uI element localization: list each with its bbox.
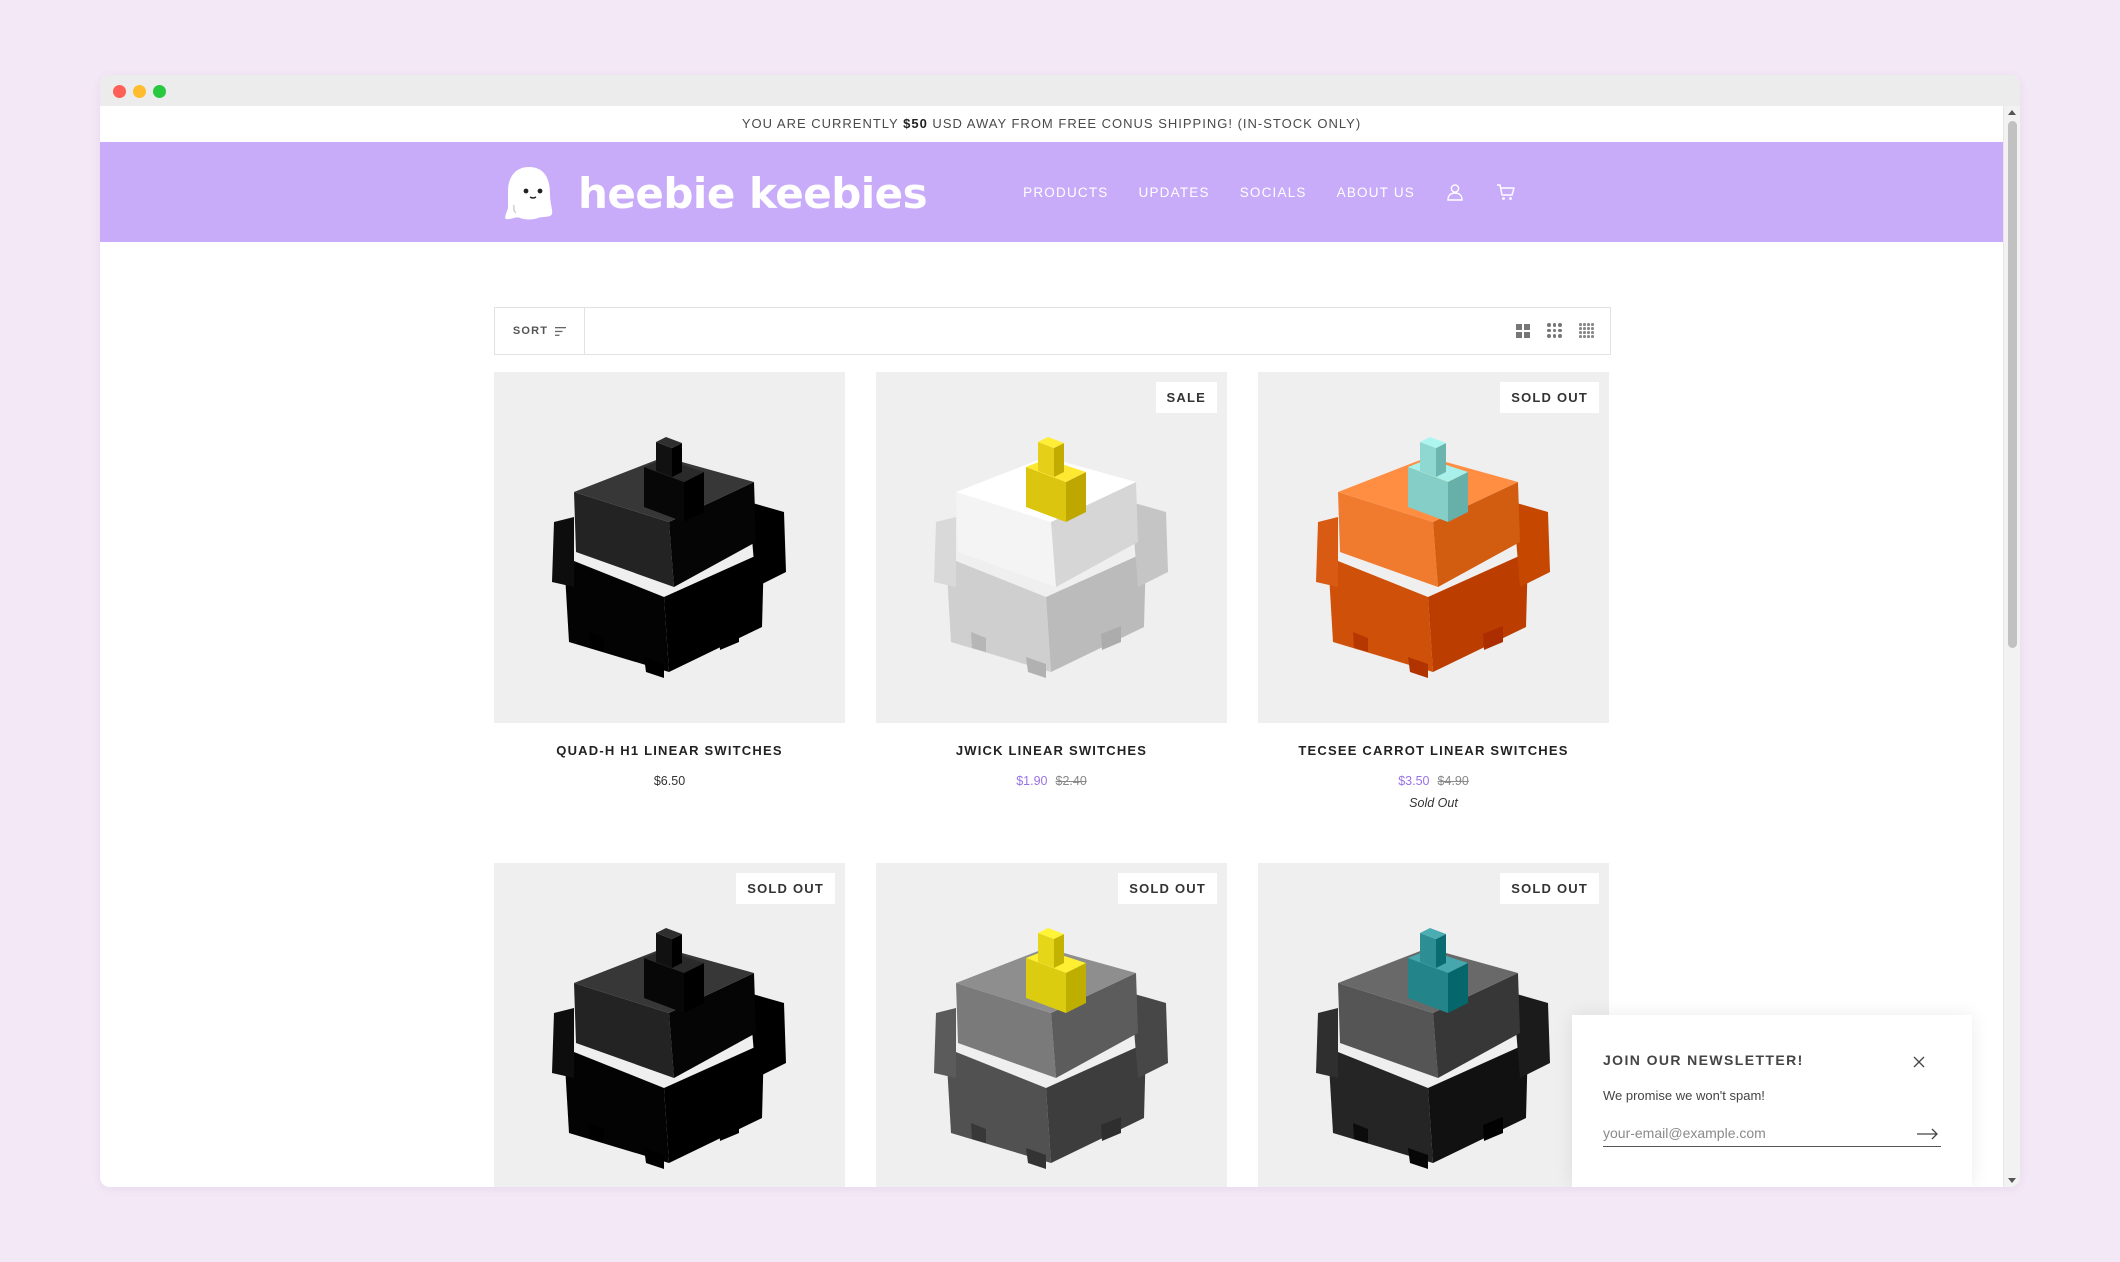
page-viewport: YOU ARE CURRENTLY $50 USD AWAY FROM FREE… (100, 106, 2003, 1187)
product-price: $6.50 (494, 774, 845, 788)
product-card[interactable]: QUAD-H H1 LINEAR SWITCHES $6.50 (494, 372, 845, 788)
view-toggles (1499, 322, 1594, 338)
product-card[interactable]: SALE JWICK LINEAR SWITCHES $1.90 $2.40 (876, 372, 1227, 788)
sold-out-status: Sold Out (1409, 796, 1458, 810)
user-icon (1447, 184, 1463, 201)
switch-image-icon (934, 437, 1168, 678)
sort-label: SORT (512, 325, 549, 337)
main-nav: PRODUCTS UPDATES SOCIALS ABOUT US (993, 142, 1515, 242)
regular-price: $6.50 (653, 774, 686, 788)
product-image[interactable]: SOLD OUT (1258, 372, 1609, 723)
switch-image-icon (934, 928, 1168, 1169)
sold-out-badge: SOLD OUT (1118, 873, 1217, 904)
nav-products[interactable]: PRODUCTS (1023, 185, 1108, 200)
minimize-window-button[interactable] (133, 85, 146, 98)
sale-price: $1.90 (1016, 774, 1048, 788)
product-price: $1.90 $2.40 (876, 774, 1227, 788)
title-bar (100, 75, 2020, 106)
product-card[interactable]: SOLD OUT (494, 863, 845, 1187)
logo[interactable]: heebie keebies (500, 164, 928, 222)
announcement-prefix: YOU ARE CURRENTLY (741, 116, 904, 131)
sort-button[interactable]: SORT (495, 308, 585, 354)
announcement-suffix: USD AWAY FROM FREE CONUS SHIPPING! (IN-S… (927, 116, 1362, 131)
sold-out-badge: SOLD OUT (736, 873, 835, 904)
announcement-bar: YOU ARE CURRENTLY $50 USD AWAY FROM FREE… (100, 106, 2003, 142)
scrollbar[interactable] (2003, 106, 2020, 1187)
cart-button[interactable] (1495, 182, 1515, 202)
newsletter-title: JOIN OUR NEWSLETTER! (1603, 1052, 1804, 1068)
switch-image-icon (1316, 928, 1550, 1169)
product-image[interactable]: SOLD OUT (876, 863, 1227, 1187)
sold-out-badge: SOLD OUT (1500, 873, 1599, 904)
ghost-logo-icon (505, 167, 553, 220)
scroll-thumb[interactable] (2008, 121, 2017, 648)
announcement-amount: $50 (903, 116, 928, 131)
arrow-right-icon[interactable] (1917, 1128, 1939, 1140)
product-image[interactable] (494, 372, 845, 723)
close-icon[interactable] (1912, 1055, 1926, 1069)
product-image[interactable]: SOLD OUT (1258, 863, 1609, 1187)
grid-3-icon[interactable] (1547, 323, 1562, 338)
sold-out-badge: SOLD OUT (1500, 382, 1599, 413)
sort-icon (555, 326, 567, 336)
product-image[interactable]: SALE (876, 372, 1227, 723)
site-header: heebie keebies PRODUCTS UPDATES SOCIALS … (100, 142, 2003, 242)
nav-updates[interactable]: UPDATES (1139, 185, 1210, 200)
product-card[interactable]: SOLD OUT TECSEE CARROT LINEAR SWITCHES $… (1258, 372, 1609, 810)
grid-2-icon[interactable] (1516, 324, 1530, 338)
product-price: $3.50 $4.90 (1258, 774, 1609, 788)
scroll-down-arrow-icon[interactable] (2008, 1178, 2016, 1183)
close-window-button[interactable] (113, 85, 126, 98)
email-field[interactable] (1603, 1119, 1941, 1147)
compare-price: $4.90 (1437, 774, 1469, 788)
product-image[interactable]: SOLD OUT (494, 863, 845, 1187)
nav-about-us[interactable]: ABOUT US (1337, 185, 1415, 200)
maximize-window-button[interactable] (153, 85, 166, 98)
product-title[interactable]: TECSEE CARROT LINEAR SWITCHES (1258, 743, 1609, 758)
switch-image-icon (552, 437, 786, 678)
scroll-up-arrow-icon[interactable] (2008, 110, 2016, 115)
logo-text: heebie keebies (578, 168, 928, 218)
grid-4-icon[interactable] (1579, 323, 1594, 338)
browser-window: YOU ARE CURRENTLY $50 USD AWAY FROM FREE… (100, 75, 2020, 1187)
newsletter-popup: JOIN OUR NEWSLETTER! We promise we won't… (1572, 1015, 1972, 1187)
newsletter-text: We promise we won't spam! (1603, 1088, 1765, 1103)
product-card[interactable]: SOLD OUT (876, 863, 1227, 1187)
switch-image-icon (1316, 437, 1550, 678)
product-title[interactable]: QUAD-H H1 LINEAR SWITCHES (494, 743, 845, 758)
nav-socials[interactable]: SOCIALS (1240, 185, 1307, 200)
sale-badge: SALE (1155, 382, 1217, 413)
collection-toolbar: SORT (494, 307, 1611, 355)
product-card[interactable]: SOLD OUT (1258, 863, 1609, 1187)
sale-price: $3.50 (1398, 774, 1430, 788)
account-button[interactable] (1445, 182, 1465, 202)
compare-price: $2.40 (1055, 774, 1087, 788)
cart-icon (1496, 184, 1515, 200)
switch-image-icon (552, 928, 786, 1169)
product-title[interactable]: JWICK LINEAR SWITCHES (876, 743, 1227, 758)
